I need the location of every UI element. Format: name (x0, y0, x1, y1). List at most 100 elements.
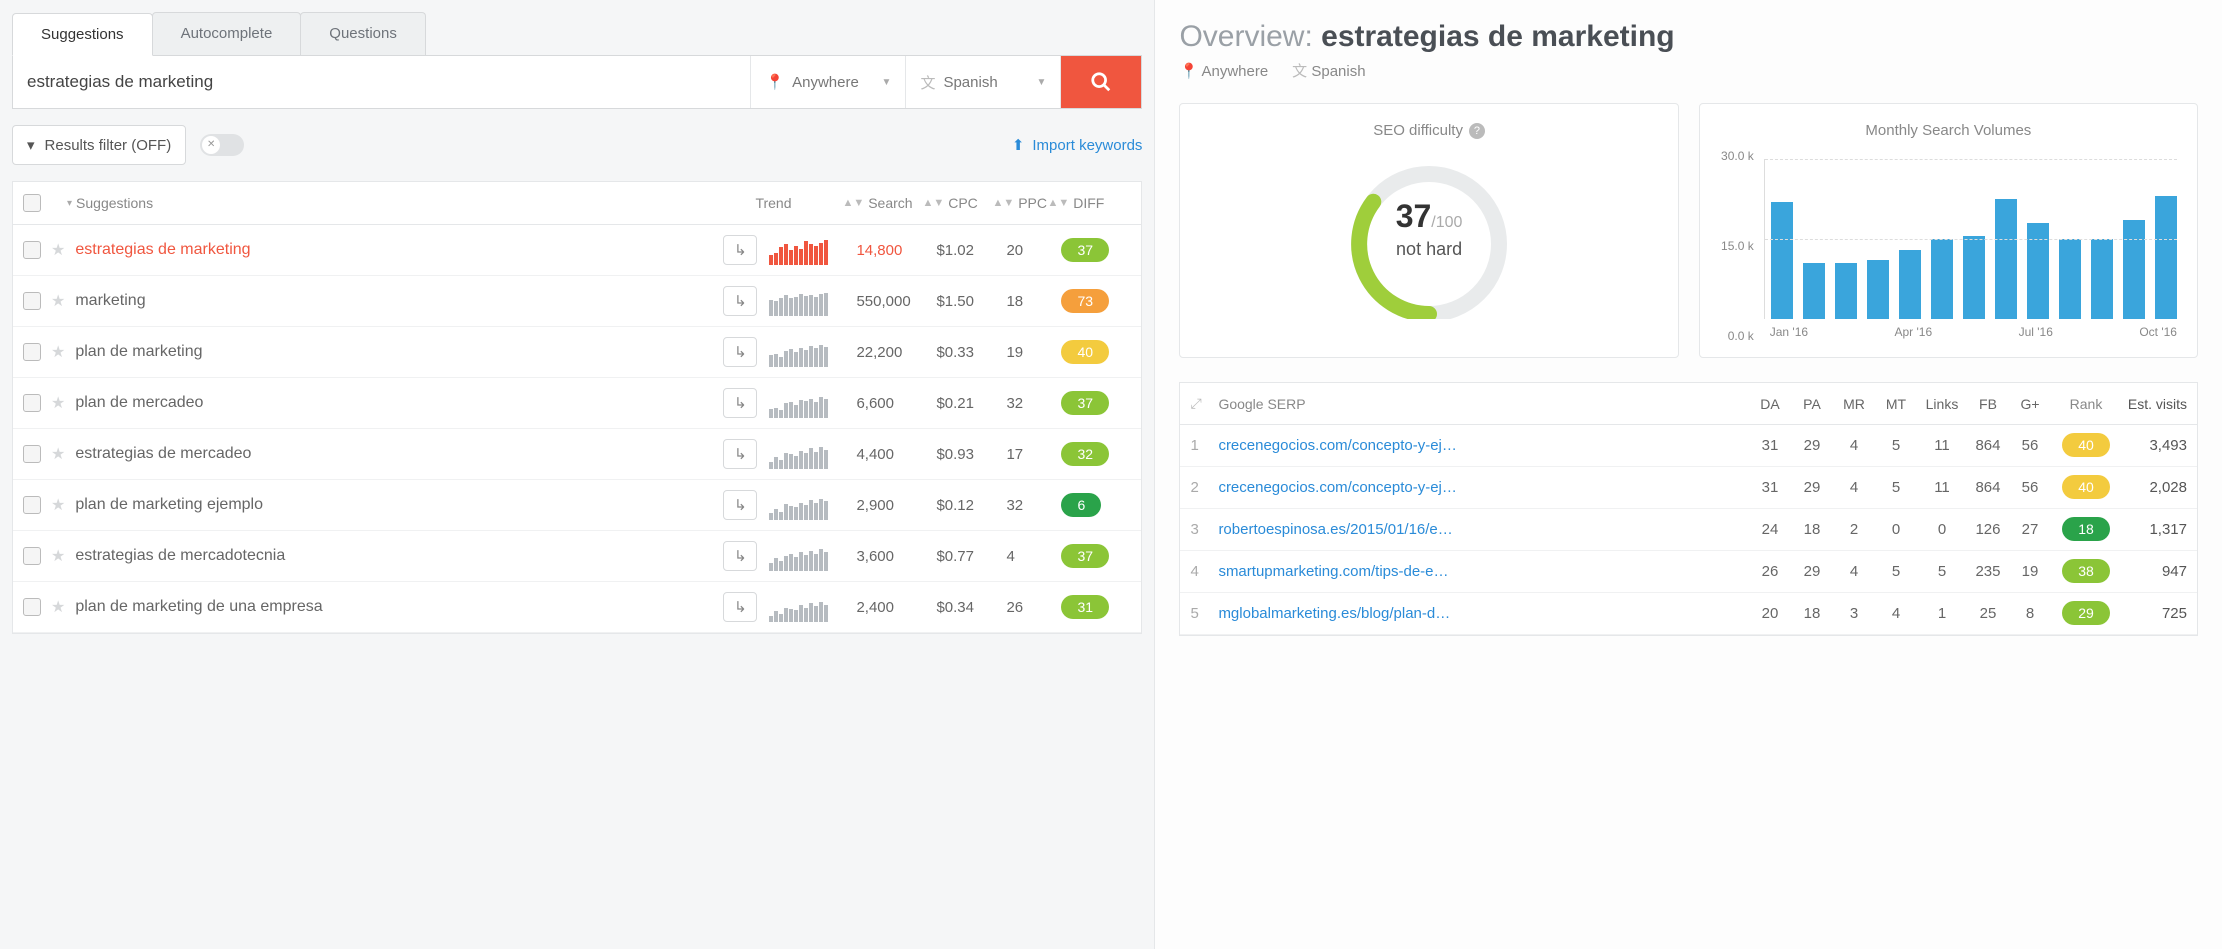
star-icon[interactable]: ★ (51, 597, 65, 617)
language-dropdown[interactable]: 文Spanish ▼ (906, 56, 1061, 108)
chart-bar[interactable] (2123, 220, 2145, 319)
serp-url[interactable]: robertoespinosa.es/2015/01/16/e… (1218, 521, 1749, 538)
row-checkbox[interactable] (23, 241, 41, 259)
row-checkbox[interactable] (23, 445, 41, 463)
col-fb[interactable]: FB (1967, 396, 2009, 412)
chart-bar[interactable] (2059, 239, 2081, 319)
table-row[interactable]: ★ estrategias de mercadotecnia ↳ 3,600 $… (13, 531, 1141, 582)
table-body[interactable]: ★ estrategias de marketing ↳ 14,800 $1.0… (13, 225, 1141, 633)
col-da[interactable]: DA (1749, 396, 1791, 412)
chart-bar[interactable] (1931, 239, 1953, 319)
col-rank[interactable]: Rank (2051, 396, 2121, 412)
keyword-text[interactable]: estrategias de mercadotecnia (75, 547, 723, 565)
row-checkbox[interactable] (23, 343, 41, 361)
table-row[interactable]: ★ plan de marketing ejemplo ↳ 2,900 $0.1… (13, 480, 1141, 531)
serp-row[interactable]: 4 smartupmarketing.com/tips-de-e… 26 29 … (1180, 551, 2197, 593)
chart-bar[interactable] (1995, 199, 2017, 319)
search-button[interactable] (1061, 56, 1141, 108)
expand-row-button[interactable]: ↳ (723, 592, 757, 622)
star-icon[interactable]: ★ (51, 546, 65, 566)
table-row[interactable]: ★ plan de marketing ↳ 22,200 $0.33 19 40 (13, 327, 1141, 378)
serp-row[interactable]: 2 crecenegocios.com/concepto-y-ej… 31 29… (1180, 467, 2197, 509)
volume-chart-title: Monthly Search Volumes (1714, 122, 2183, 139)
results-filter-button[interactable]: ▾ Results filter (OFF) (12, 125, 186, 165)
col-suggestions[interactable]: ▾ Suggestions (67, 195, 709, 211)
expand-row-button[interactable]: ↳ (723, 490, 757, 520)
serp-url[interactable]: smartupmarketing.com/tips-de-e… (1218, 563, 1749, 580)
col-serp[interactable]: Google SERP (1218, 396, 1749, 412)
table-row[interactable]: ★ estrategias de mercadeo ↳ 4,400 $0.93 … (13, 429, 1141, 480)
col-pa[interactable]: PA (1791, 396, 1833, 412)
overview-language: Spanish (1311, 63, 1365, 80)
expand-row-button[interactable]: ↳ (723, 388, 757, 418)
row-checkbox[interactable] (23, 292, 41, 310)
keyword-input[interactable] (13, 56, 751, 108)
table-row[interactable]: ★ estrategias de marketing ↳ 14,800 $1.0… (13, 225, 1141, 276)
tab-autocomplete[interactable]: Autocomplete (152, 12, 302, 55)
serp-row[interactable]: 1 crecenegocios.com/concepto-y-ej… 31 29… (1180, 425, 2197, 467)
col-mr[interactable]: MR (1833, 396, 1875, 412)
chart-bar[interactable] (1835, 263, 1857, 319)
table-row[interactable]: ★ marketing ↳ 550,000 $1.50 18 73 (13, 276, 1141, 327)
serp-url[interactable]: crecenegocios.com/concepto-y-ej… (1218, 437, 1749, 454)
expand-row-button[interactable]: ↳ (723, 541, 757, 571)
keyword-text[interactable]: plan de marketing de una empresa (75, 598, 723, 616)
help-icon[interactable]: ? (1469, 123, 1485, 139)
col-cpc[interactable]: ▲▼CPC (922, 195, 992, 211)
serp-row[interactable]: 3 robertoespinosa.es/2015/01/16/e… 24 18… (1180, 509, 2197, 551)
keyword-text[interactable]: plan de marketing (75, 343, 723, 361)
tab-questions[interactable]: Questions (300, 12, 426, 55)
links-value: 5 (1917, 563, 1967, 580)
serp-url[interactable]: mglobalmarketing.es/blog/plan-d… (1218, 605, 1749, 622)
keyword-text[interactable]: plan de mercadeo (75, 394, 723, 412)
chart-bar[interactable] (2027, 223, 2049, 319)
chart-bar[interactable] (1963, 236, 1985, 319)
table-row[interactable]: ★ plan de mercadeo ↳ 6,600 $0.21 32 37 (13, 378, 1141, 429)
keyword-text[interactable]: estrategias de mercadeo (75, 445, 723, 463)
tab-suggestions[interactable]: Suggestions (12, 13, 153, 56)
col-links[interactable]: Links (1917, 396, 1967, 412)
expand-row-button[interactable]: ↳ (723, 337, 757, 367)
col-diff[interactable]: ▲▼DIFF (1047, 195, 1117, 211)
col-search[interactable]: ▲▼Search (842, 195, 922, 211)
table-row[interactable]: ★ plan de marketing de una empresa ↳ 2,4… (13, 582, 1141, 633)
star-icon[interactable]: ★ (51, 444, 65, 464)
col-mt[interactable]: MT (1875, 396, 1917, 412)
chart-bar[interactable] (1803, 263, 1825, 319)
row-checkbox[interactable] (23, 547, 41, 565)
col-gplus[interactable]: G+ (2009, 396, 2051, 412)
expand-icon[interactable]: ⤢ (1190, 395, 1218, 412)
chart-bar[interactable] (2155, 196, 2177, 319)
chart-bar[interactable] (1771, 202, 1793, 319)
row-checkbox[interactable] (23, 394, 41, 412)
serp-url[interactable]: crecenegocios.com/concepto-y-ej… (1218, 479, 1749, 496)
import-keywords-link[interactable]: ⬆ Import keywords (1012, 136, 1143, 154)
star-icon[interactable]: ★ (51, 240, 65, 260)
row-checkbox[interactable] (23, 496, 41, 514)
star-icon[interactable]: ★ (51, 393, 65, 413)
trend-sparkline (769, 439, 844, 469)
keyword-text[interactable]: estrategias de marketing (75, 241, 723, 259)
expand-row-button[interactable]: ↳ (723, 286, 757, 316)
col-ppc[interactable]: ▲▼PPC (992, 195, 1047, 211)
col-visits[interactable]: Est. visits (2121, 396, 2187, 412)
keyword-text[interactable]: marketing (75, 292, 723, 310)
star-icon[interactable]: ★ (51, 291, 65, 311)
mt-value: 5 (1875, 479, 1917, 496)
chart-bar[interactable] (2091, 239, 2113, 319)
chart-bar[interactable] (1867, 260, 1889, 319)
keyword-text[interactable]: plan de marketing ejemplo (75, 496, 723, 514)
row-checkbox[interactable] (23, 598, 41, 616)
expand-row-button[interactable]: ↳ (723, 439, 757, 469)
filter-row: ▾ Results filter (OFF) ⬆ Import keywords (12, 125, 1142, 165)
search-volume: 3,600 (856, 548, 936, 565)
chart-bar[interactable] (1899, 250, 1921, 319)
filter-toggle[interactable] (200, 134, 244, 156)
star-icon[interactable]: ★ (51, 342, 65, 362)
col-trend[interactable]: Trend (755, 195, 830, 211)
location-dropdown[interactable]: 📍Anywhere ▼ (751, 56, 906, 108)
serp-row[interactable]: 5 mglobalmarketing.es/blog/plan-d… 20 18… (1180, 593, 2197, 635)
star-icon[interactable]: ★ (51, 495, 65, 515)
expand-row-button[interactable]: ↳ (723, 235, 757, 265)
select-all-checkbox[interactable] (23, 194, 41, 212)
